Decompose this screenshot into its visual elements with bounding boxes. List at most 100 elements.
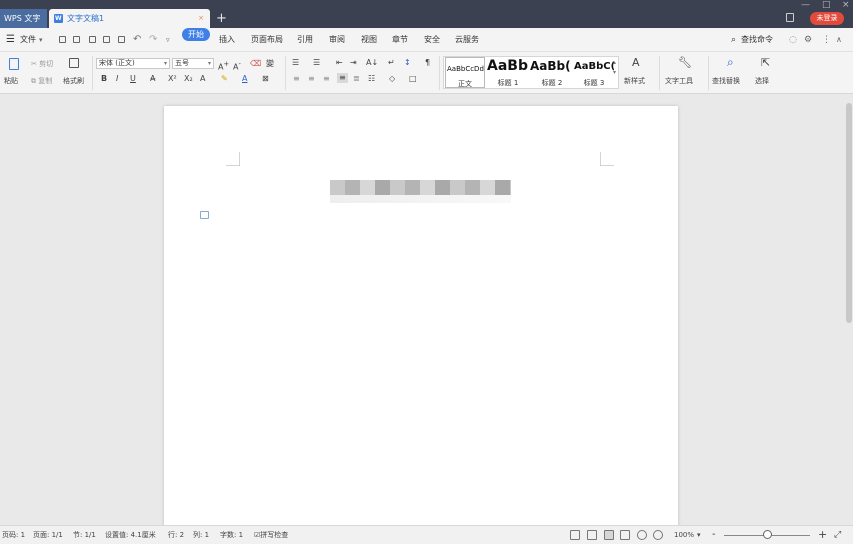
tab-insert[interactable]: 插入	[219, 28, 235, 52]
app-tab[interactable]: WPS 文字	[0, 9, 47, 28]
tab-security[interactable]: 安全	[424, 28, 440, 52]
clear-format-icon[interactable]: ⌫	[250, 59, 261, 69]
vertical-scrollbar[interactable]	[845, 95, 853, 525]
increase-font-icon[interactable]: A+	[218, 59, 229, 73]
decrease-font-icon[interactable]: A-	[233, 59, 241, 73]
font-name-combo[interactable]: 宋体 (正文)	[96, 58, 170, 69]
shading-icon[interactable]: ◇	[389, 74, 395, 84]
save-icon[interactable]	[73, 36, 80, 43]
preview-icon[interactable]	[103, 36, 110, 43]
tab-page-layout[interactable]: 页面布局	[251, 28, 283, 52]
italic-icon[interactable]: I	[116, 74, 118, 84]
show-marks-icon[interactable]: ↵	[388, 58, 395, 68]
gear-icon[interactable]: ⚙	[804, 28, 812, 52]
sort-icon[interactable]: A↓	[366, 58, 378, 68]
undo-icon[interactable]: ↶	[133, 28, 141, 52]
char-border-icon[interactable]: ⊠	[262, 74, 269, 84]
bullet-list-icon[interactable]: ☰	[292, 58, 299, 68]
align-right-icon[interactable]: ≡	[323, 74, 330, 84]
tab-references[interactable]: 引用	[297, 28, 313, 52]
hamburger-icon[interactable]: ☰	[6, 28, 15, 52]
search-icon[interactable]: ⌕	[727, 56, 734, 68]
word-count[interactable]: 字数: 1	[220, 526, 243, 544]
scrollbar-thumb[interactable]	[846, 103, 852, 323]
decrease-indent-icon[interactable]: ⇤	[336, 58, 343, 68]
font-color-icon[interactable]: A	[242, 74, 247, 84]
paragraph-handle-icon[interactable]	[200, 211, 209, 219]
search-icon[interactable]: ⌕	[731, 28, 736, 52]
tab-view[interactable]: 视图	[361, 28, 377, 52]
style-heading-1[interactable]: AaBb 标题 1	[487, 57, 529, 88]
fit-window-icon[interactable]: ⤢	[834, 526, 841, 544]
scroll-up-icon[interactable]: ▴	[613, 59, 616, 66]
zoom-dropdown-icon[interactable]: ▾	[697, 526, 701, 544]
copy-button[interactable]: ⧉ 复制	[31, 76, 52, 86]
tab-home[interactable]: 开始	[182, 28, 210, 41]
new-style-button[interactable]: 新样式	[624, 76, 645, 86]
close-window-icon[interactable]: ×	[842, 0, 850, 10]
login-button[interactable]: 未登录	[810, 12, 844, 25]
strikethrough-icon[interactable]: A̶	[150, 74, 155, 84]
zoom-level[interactable]: 100%	[674, 526, 694, 544]
chat-icon[interactable]: ◌	[789, 28, 797, 52]
underline-icon[interactable]: U	[130, 74, 136, 84]
justify-icon[interactable]: ≡	[337, 73, 348, 83]
superscript-icon[interactable]: X²	[168, 74, 177, 84]
text-effect-icon[interactable]: A	[200, 74, 205, 84]
style-normal[interactable]: AaBbCcDd 正文	[445, 57, 485, 88]
line-spacing-menu-icon[interactable]: ☷	[368, 74, 375, 84]
format-painter-icon[interactable]	[69, 58, 79, 68]
more-vertical-icon[interactable]: ⋮	[822, 28, 831, 52]
align-center-icon[interactable]: ≡	[308, 74, 315, 84]
highlight-icon[interactable]: ✎	[221, 74, 228, 84]
fullscreen-icon[interactable]	[570, 530, 580, 540]
paste-icon[interactable]	[9, 58, 19, 70]
page-view-icon[interactable]	[604, 530, 614, 540]
cursor-icon[interactable]: ⇱	[761, 57, 770, 68]
tab-chapter[interactable]: 章节	[392, 28, 408, 52]
numbered-list-icon[interactable]: ☰	[313, 58, 320, 68]
export-icon[interactable]	[118, 36, 125, 43]
tab-review[interactable]: 审阅	[329, 28, 345, 52]
phonetic-icon[interactable]: 變	[266, 59, 274, 69]
collapse-ribbon-icon[interactable]: ∧	[836, 28, 842, 52]
document-tab[interactable]: 文字文稿1 ×	[49, 9, 210, 28]
open-icon[interactable]	[59, 36, 66, 43]
minimize-icon[interactable]: —	[801, 0, 810, 10]
style-heading-2[interactable]: AaBb( 标题 2	[530, 57, 574, 88]
distribute-icon[interactable]: ≣	[353, 74, 360, 84]
eye-protect-icon[interactable]	[653, 530, 663, 540]
maximize-icon[interactable]: □	[822, 0, 831, 10]
new-tab-icon[interactable]: +	[216, 9, 227, 28]
zoom-slider-knob[interactable]	[763, 530, 772, 539]
read-mode-icon[interactable]	[587, 530, 597, 540]
zoom-out-button[interactable]: -	[712, 526, 716, 544]
file-menu[interactable]: 文件	[20, 28, 36, 52]
format-painter-button[interactable]: 格式刷	[63, 76, 84, 86]
subscript-icon[interactable]: X₂	[184, 74, 193, 84]
bold-icon[interactable]: B	[101, 74, 107, 84]
document-page[interactable]	[164, 106, 678, 536]
cut-button[interactable]: ✂ 剪切	[31, 59, 53, 69]
new-style-icon[interactable]: A	[632, 57, 640, 68]
chevron-down-icon[interactable]: ▾	[39, 28, 43, 52]
scroll-down-icon[interactable]: ▾	[613, 69, 616, 76]
border-icon[interactable]: □	[409, 74, 417, 84]
text-tools-button[interactable]: 文字工具	[665, 76, 693, 86]
spell-check[interactable]: ☑ 拼写检查	[254, 526, 288, 544]
align-left-icon[interactable]: ≡	[293, 74, 300, 84]
select-button[interactable]: 选择	[755, 76, 769, 86]
close-tab-icon[interactable]: ×	[198, 9, 204, 28]
line-spacing-icon[interactable]: ↕	[404, 58, 411, 68]
wrench-icon[interactable]: 🔧︎	[678, 57, 692, 68]
search-command[interactable]: 查找命令	[741, 28, 773, 52]
tablet-mode-icon[interactable]	[786, 13, 794, 22]
web-view-icon[interactable]	[637, 530, 647, 540]
outline-view-icon[interactable]	[620, 530, 630, 540]
tab-cloud-service[interactable]: 云服务	[455, 28, 479, 52]
more-icon[interactable]: ▿	[166, 28, 170, 52]
print-icon[interactable]	[89, 36, 96, 43]
font-size-combo[interactable]: 五号	[172, 58, 214, 69]
zoom-in-button[interactable]: +	[818, 526, 827, 544]
increase-indent-icon[interactable]: ⇥	[350, 58, 357, 68]
